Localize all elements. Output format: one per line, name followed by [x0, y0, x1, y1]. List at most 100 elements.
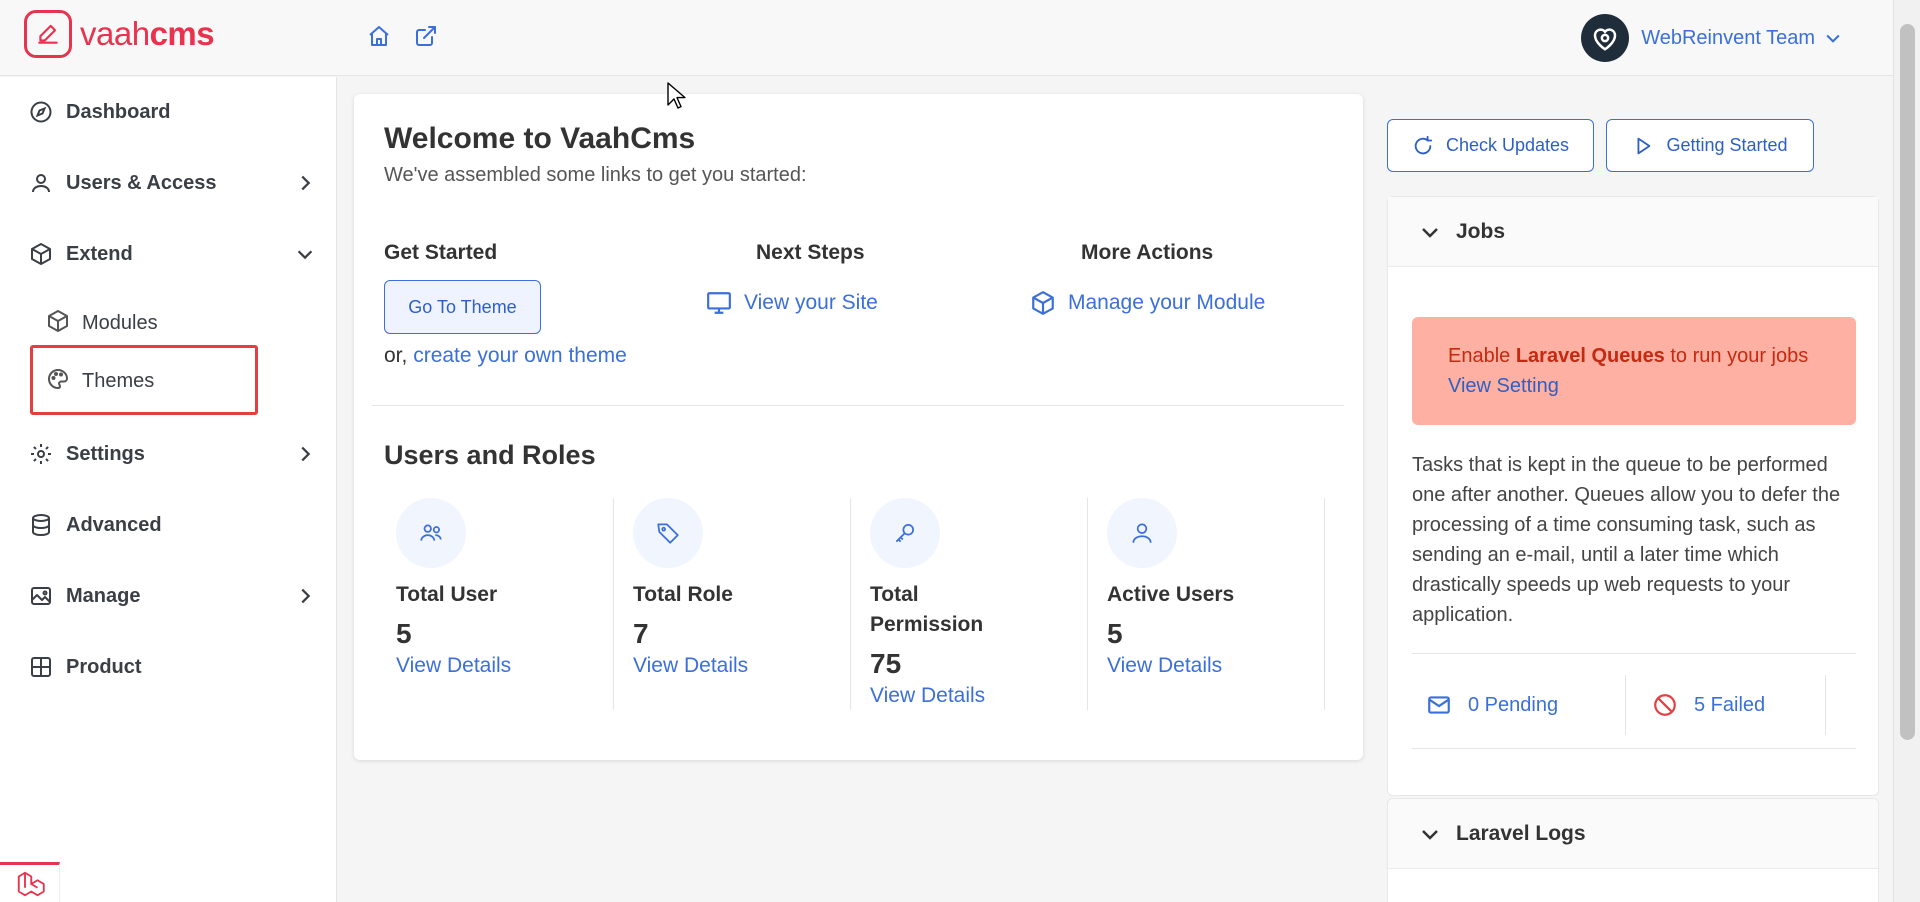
manage-module-link[interactable]: Manage your Module [1030, 290, 1265, 316]
key-icon [870, 498, 940, 568]
chevron-down-icon [297, 250, 313, 260]
create-theme-line: or, create your own theme [384, 344, 627, 367]
users-icon [396, 498, 466, 568]
sidebar-item-product[interactable]: Product [28, 642, 328, 692]
box-icon [46, 309, 70, 338]
create-theme-link[interactable]: create your own theme [413, 344, 627, 367]
failed-jobs-link[interactable]: 5 Failed [1626, 675, 1826, 735]
avatar [1581, 14, 1630, 62]
sidebar-item-label: Advanced [66, 513, 162, 536]
jobs-panel: Jobs Enable Laravel Queues to run your j… [1387, 196, 1879, 796]
getting-started-button[interactable]: Getting Started [1606, 119, 1814, 172]
compass-icon [28, 99, 54, 125]
get-started-heading: Get Started [384, 241, 498, 264]
gear-icon [28, 441, 54, 467]
logo-text: vaahcms [80, 15, 215, 52]
divider [1412, 653, 1856, 654]
view-details-link[interactable]: View Details [633, 654, 748, 678]
sidebar-item-dashboard[interactable]: Dashboard [28, 87, 328, 137]
view-setting-link[interactable]: View Setting [1448, 375, 1559, 397]
mouse-cursor-icon [667, 82, 686, 109]
jobs-description: Tasks that is kept in the queue to be pe… [1412, 454, 1841, 626]
database-icon [28, 512, 54, 538]
chevron-right-icon [301, 175, 311, 191]
scrollbar[interactable] [1893, 0, 1920, 902]
sidebar-item-extend[interactable]: Extend [28, 229, 328, 279]
check-updates-button[interactable]: Check Updates [1387, 119, 1594, 172]
welcome-card: Welcome to VaahCms We've assembled some … [354, 94, 1363, 760]
sidebar-item-label: Extend [66, 242, 133, 265]
top-bar: vaahcms WebReinvent Team [0, 0, 1893, 76]
sidebar-subitem-modules[interactable]: Modules [46, 300, 246, 346]
users-roles-title: Users and Roles [384, 440, 596, 470]
user-menu[interactable]: WebReinvent Team [1581, 14, 1843, 62]
stat-value: 7 [633, 618, 649, 649]
ban-icon [1654, 694, 1676, 716]
laravel-icon[interactable] [0, 862, 60, 902]
jobs-panel-header[interactable]: Jobs [1388, 197, 1878, 267]
go-to-theme-button[interactable]: Go To Theme [384, 280, 541, 334]
sidebar-item-label: Users & Access [66, 171, 217, 194]
sidebar-item-label: Settings [66, 442, 145, 465]
user-icon [1107, 498, 1177, 568]
stat-value: 5 [396, 618, 412, 649]
view-details-link[interactable]: View Details [1107, 654, 1222, 678]
view-details-link[interactable]: View Details [396, 654, 511, 678]
stat-total-role: Total Role 7 View Details [621, 498, 851, 710]
highlight-box [30, 345, 258, 415]
jobs-title: Jobs [1456, 219, 1506, 243]
vaahcms-logo[interactable]: vaahcms [24, 10, 215, 58]
sidebar-subitem-label: Modules [82, 311, 158, 334]
stat-active-users: Active Users 5 View Details [1095, 498, 1325, 710]
sidebar-item-settings[interactable]: Settings [28, 429, 328, 479]
sidebar-item-manage[interactable]: Manage [28, 571, 328, 621]
box-icon [1032, 291, 1054, 315]
pending-jobs-link[interactable]: 0 Pending [1426, 675, 1626, 735]
grid-icon [28, 654, 54, 680]
stat-name: Total Permission [870, 583, 984, 636]
chevron-down-icon [1422, 829, 1438, 840]
view-site-link[interactable]: View your Site [706, 290, 878, 316]
chevron-down-icon [1826, 34, 1840, 43]
user-name: WebReinvent Team [1641, 26, 1815, 49]
logs-title: Laravel Logs [1456, 821, 1586, 845]
sidebar-item-label: Dashboard [66, 100, 171, 123]
image-icon [28, 583, 54, 609]
sidebar: Dashboard Users & Access Extend Modules … [0, 77, 337, 902]
sidebar-item-users-access[interactable]: Users & Access [28, 158, 328, 208]
mail-icon [1428, 696, 1450, 714]
sidebar-item-label: Manage [66, 584, 141, 607]
next-steps-heading: Next Steps [756, 241, 865, 264]
box-icon [28, 241, 54, 267]
external-link-icon[interactable] [412, 22, 440, 50]
queue-alert: Enable Laravel Queues to run your jobs V… [1412, 317, 1856, 425]
laravel-logs-panel: Laravel Logs [1387, 798, 1879, 902]
refresh-icon [1414, 135, 1433, 154]
monitor-icon [707, 292, 731, 314]
more-actions-heading: More Actions [1081, 241, 1214, 264]
stat-value: 5 [1107, 618, 1123, 649]
tag-icon [633, 498, 703, 568]
stat-value: 75 [870, 648, 902, 679]
page-title: Welcome to VaahCms [384, 122, 696, 155]
pencil-square-icon [24, 10, 72, 58]
chevron-down-icon [1422, 227, 1438, 238]
stat-total-permission: Total Permission 75 View Details [858, 498, 1088, 710]
sidebar-item-advanced[interactable]: Advanced [28, 500, 328, 550]
stat-name: Total User [396, 583, 498, 606]
divider [1412, 748, 1856, 749]
sidebar-item-label: Product [66, 655, 142, 678]
stat-name: Total Role [633, 583, 733, 606]
stat-name: Active Users [1107, 583, 1235, 606]
logs-panel-header[interactable]: Laravel Logs [1388, 799, 1878, 869]
stat-total-user: Total User 5 View Details [384, 498, 614, 710]
welcome-subtitle: We've assembled some links to get you st… [384, 164, 807, 186]
play-icon [1637, 137, 1651, 154]
chevron-right-icon [301, 588, 311, 604]
chevron-right-icon [301, 446, 311, 462]
scrollbar-thumb[interactable] [1900, 24, 1915, 740]
user-icon [28, 170, 54, 196]
view-details-link[interactable]: View Details [870, 684, 985, 708]
divider [372, 405, 1344, 406]
home-icon[interactable] [365, 22, 393, 50]
